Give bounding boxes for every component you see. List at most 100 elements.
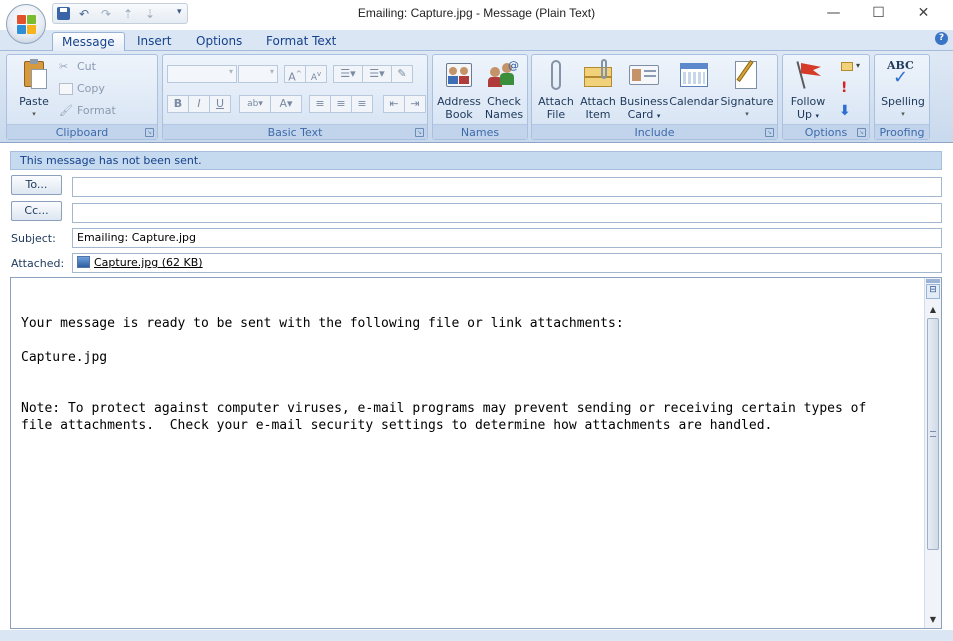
office-button[interactable] [6,4,46,44]
increase-indent-icon[interactable]: ⇥ [404,95,426,113]
scroll-up-icon[interactable]: ▲ [925,304,941,316]
decrease-indent-icon[interactable]: ⇤ [383,95,405,113]
spelling-icon: ABC ✓ [887,59,914,88]
ribbon: Paste ▾ ✂ Cut Copy 🖌Format Painter Clipbo… [0,51,953,143]
attach-file-label-1: Attach [538,95,574,108]
grow-font-icon[interactable]: A^ [284,65,306,84]
attachments-field: Capture.jpg (62 KB) [72,253,942,273]
message-body[interactable]: Your message is ready to be sent with th… [10,277,942,629]
maximize-icon[interactable]: ☐ [856,0,901,26]
cc-button[interactable]: Cc... [11,201,62,221]
address-book-icon [443,59,475,91]
paste-button[interactable]: Paste ▾ [11,59,57,121]
scissors-icon: ✂ [59,60,69,73]
info-bar: This message has not been sent. [10,151,942,170]
envelope-icon [582,59,614,91]
font-size-buttons: A^ Av [284,65,327,84]
close-icon[interactable]: ✕ [901,0,946,26]
signature-icon [731,59,763,91]
low-importance-icon[interactable]: ⬇ [839,103,851,119]
font-color-icon[interactable]: A▾ [270,95,302,113]
help-icon[interactable]: ? [935,32,948,45]
calendar-button[interactable]: Calendar [669,59,719,108]
attach-item-label-1: Attach [580,95,616,108]
align-left-icon[interactable]: ≡ [309,95,331,113]
attach-item-label-2: Item [585,108,611,121]
to-button[interactable]: To... [11,175,62,195]
dialog-launcher-icon[interactable]: ↘ [857,128,866,137]
permission-icon[interactable]: ▾ [839,59,867,75]
flag-icon [792,59,824,91]
business-card-button[interactable]: Business Card ▾ [619,59,669,123]
font-size-combo[interactable] [238,65,278,83]
title-bar: ↶ ↷ ⇡ ⇣ ▾ Emailing: Capture.jpg - Messag… [0,0,953,30]
subject-field[interactable]: Emailing: Capture.jpg [72,228,942,248]
highlight-icon[interactable]: ab▾ [239,95,271,113]
high-importance-icon[interactable]: ! [841,80,847,96]
bold-icon[interactable]: B [167,95,189,113]
attach-file-button[interactable]: Attach File [535,59,577,121]
check-names-button[interactable]: @ Check Names [482,59,526,121]
attached-label: Attached: [11,257,65,270]
clipboard-group: Paste ▾ ✂ Cut Copy 🖌Format Painter Clipbo… [6,54,158,140]
dialog-launcher-icon[interactable]: ↘ [145,128,154,137]
include-group-label: Include [532,124,777,139]
dialog-launcher-icon[interactable]: ↘ [415,128,424,137]
paintbrush-icon: 🖌 [59,104,73,117]
tab-message[interactable]: Message [52,32,125,52]
spelling-button[interactable]: ABC ✓ Spelling ▾ [877,59,929,121]
align-right-icon[interactable]: ≡ [351,95,373,113]
tab-format-text[interactable]: Format Text [257,32,345,52]
address-book-label-2: Book [445,108,473,121]
italic-icon[interactable]: I [188,95,210,113]
bullets-icon[interactable]: ☰▾ [333,65,363,83]
bottom-frame [0,630,953,641]
underline-icon[interactable]: U [209,95,231,113]
signature-button[interactable]: Signature ▾ [720,59,774,121]
address-book-button[interactable]: Address Book [436,59,482,121]
scroll-thumb[interactable] [927,318,939,550]
names-group-label: Names [433,124,527,139]
minimize-icon[interactable]: — [811,0,856,26]
check-names-icon: @ [488,59,520,91]
include-group: Attach File Attach Item Business Card ▾ [531,54,778,140]
copy-icon [59,83,73,95]
office-logo-icon [17,15,37,35]
image-file-icon [77,256,90,268]
cut-button[interactable]: ✂ Cut [59,58,96,76]
names-group: Address Book @ Check Names Names [432,54,528,140]
options-group: Follow Up ▾ ▾ ! ⬇ Options ↘ [782,54,870,140]
attach-item-button[interactable]: Attach Item [577,59,619,121]
vertical-scrollbar[interactable]: ⊟ ▲ ▼ [924,278,941,628]
numbering-icon[interactable]: ☰▾ [362,65,392,83]
clear-formatting-icon[interactable]: ✎ [391,65,413,83]
align-center-icon[interactable]: ≡ [330,95,352,113]
dialog-launcher-icon[interactable]: ↘ [765,128,774,137]
clipboard-group-label: Clipboard [7,124,157,139]
shrink-font-icon[interactable]: Av [305,65,327,83]
ruler-toggle-icon[interactable]: ⊟ [926,284,940,299]
font-name-combo[interactable] [167,65,237,83]
signature-label: Signature [720,95,774,108]
split-handle[interactable] [926,279,940,283]
follow-up-label-2: Up [796,108,813,121]
tab-options[interactable]: Options [187,32,251,52]
copy-button[interactable]: Copy [59,80,105,98]
to-field[interactable] [72,177,942,197]
format-painter-button[interactable]: 🖌Format Painter [59,102,157,135]
message-body-text[interactable]: Your message is ready to be sent with th… [21,315,866,434]
basic-text-group: A^ Av ☰▾ ☰▾ ✎ B I U ab▾ A▾ ≡ ≡ ≡ ⇤ ⇥ Bas… [162,54,428,140]
cc-field[interactable] [72,203,942,223]
attach-file-label-2: File [546,108,566,121]
tab-insert[interactable]: Insert [128,32,180,52]
indent-buttons: ⇤ ⇥ [383,95,426,113]
paste-icon [18,59,50,91]
business-card-label-1: Business [619,95,669,108]
check-names-label-2: Names [484,108,524,121]
calendar-icon [678,59,710,91]
scroll-down-icon[interactable]: ▼ [925,614,941,626]
follow-up-button[interactable]: Follow Up ▾ [786,59,830,123]
follow-up-label-1: Follow [790,95,826,108]
copy-label: Copy [77,82,105,95]
attachment-link[interactable]: Capture.jpg (62 KB) [94,256,203,269]
